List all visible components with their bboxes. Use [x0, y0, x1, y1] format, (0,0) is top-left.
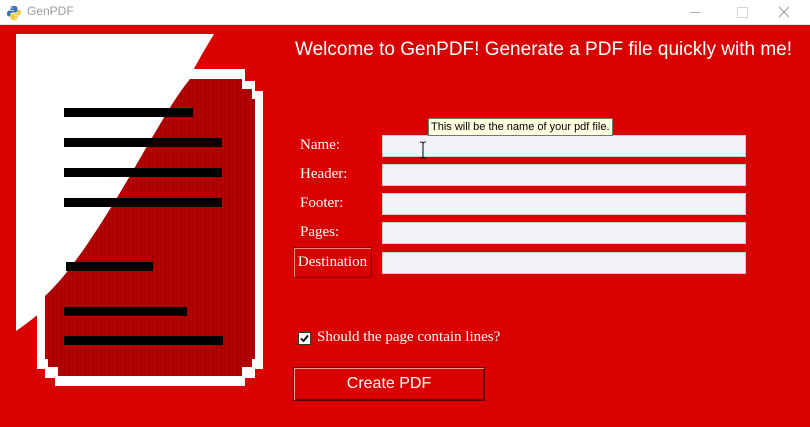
- lines-checkbox[interactable]: [298, 332, 311, 345]
- main-window: GenPDF Welcome to GenPDF! Generate a PDF…: [0, 0, 810, 427]
- header-input[interactable]: [382, 164, 746, 186]
- pages-input[interactable]: [382, 222, 746, 244]
- name-tooltip: This will be the name of your pdf file.: [428, 118, 613, 136]
- welcome-heading: Welcome to GenPDF! Generate a PDF file q…: [295, 39, 792, 60]
- window-title: GenPDF: [27, 4, 74, 18]
- minimize-icon: [690, 12, 700, 13]
- footer-label: Footer:: [300, 195, 344, 211]
- name-label: Name:: [300, 137, 340, 153]
- destination-button[interactable]: Destination: [293, 247, 372, 278]
- checkmark-icon: [300, 334, 309, 343]
- close-icon: [778, 6, 790, 18]
- header-label: Header:: [300, 166, 348, 182]
- pages-label: Pages:: [300, 224, 340, 240]
- text-cursor-icon: [420, 141, 426, 159]
- destination-input[interactable]: [382, 252, 746, 274]
- name-input[interactable]: [382, 135, 746, 157]
- maximize-icon: [737, 7, 748, 18]
- document-illustration: [16, 34, 263, 386]
- python-icon: [7, 6, 21, 20]
- footer-input[interactable]: [382, 193, 746, 215]
- lines-checkbox-label[interactable]: Should the page contain lines?: [317, 329, 500, 346]
- close-button[interactable]: [764, 0, 804, 25]
- maximize-button[interactable]: [722, 0, 762, 25]
- minimize-button[interactable]: [674, 0, 714, 25]
- create-pdf-button[interactable]: Create PDF: [293, 367, 485, 401]
- title-bar: GenPDF: [0, 0, 810, 25]
